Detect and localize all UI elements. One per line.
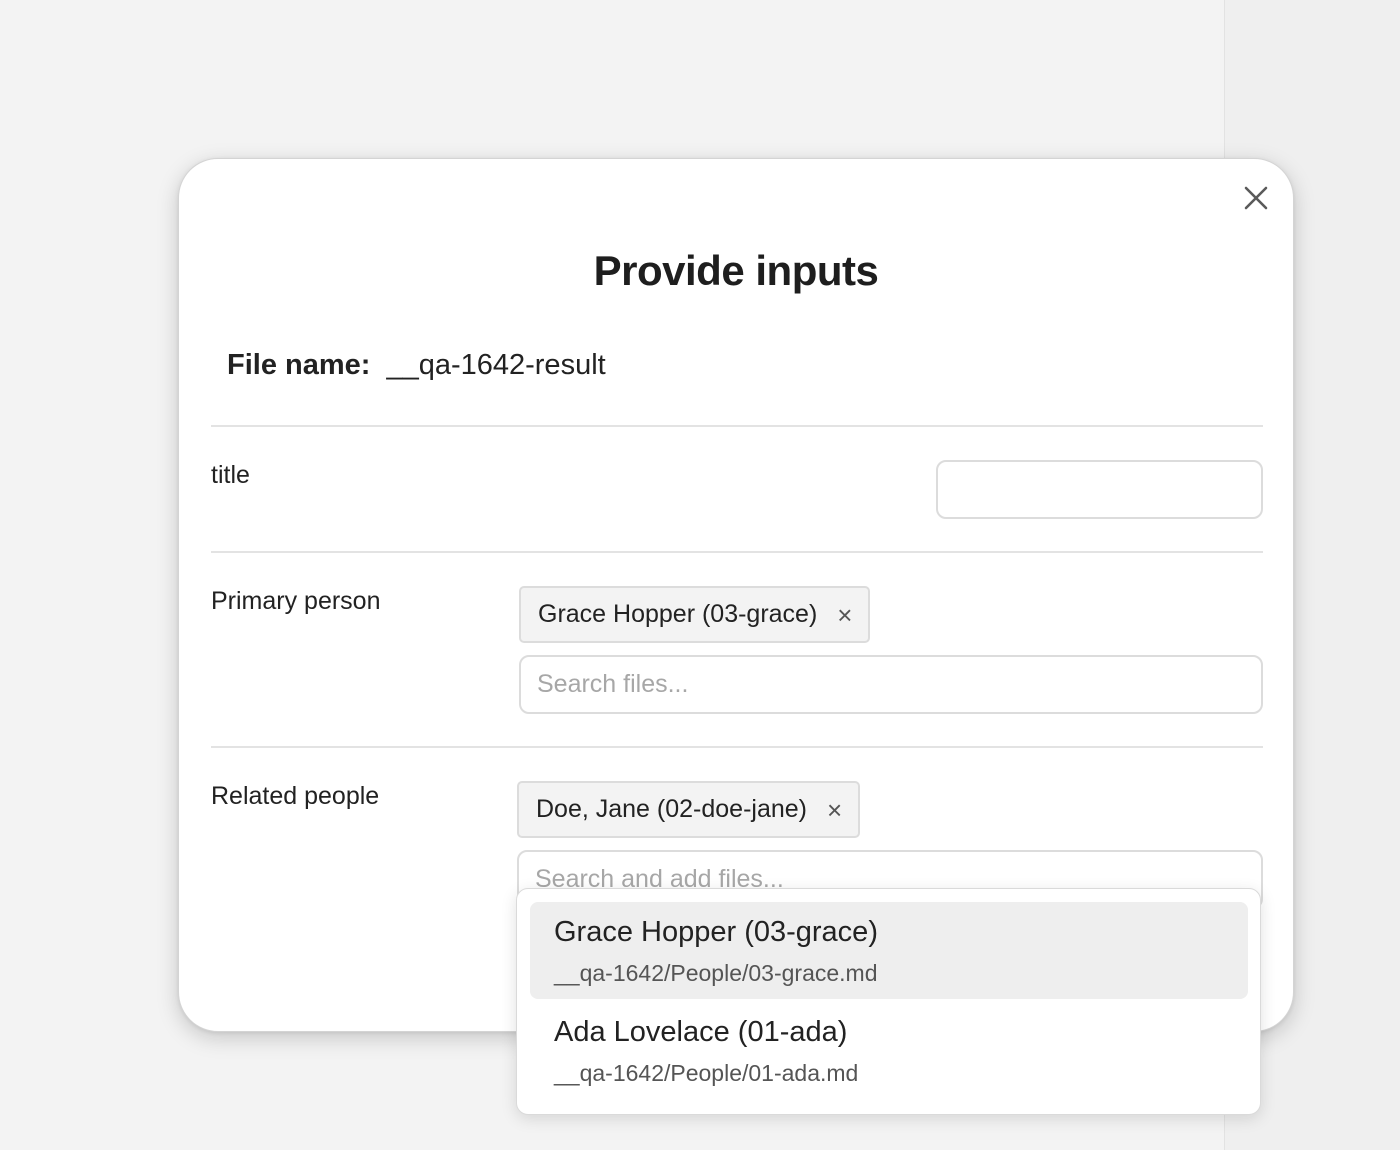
suggestion-item[interactable]: Grace Hopper (03-grace) __qa-1642/People… [530, 902, 1248, 999]
divider [211, 551, 1263, 553]
suggestion-item[interactable]: Ada Lovelace (01-ada) __qa-1642/People/0… [530, 1002, 1248, 1099]
primary-person-label: Primary person [211, 587, 381, 615]
dialog-title: Provide inputs [593, 247, 879, 294]
title-field-label: title [211, 461, 250, 489]
chip-label: Grace Hopper (03-grace) [538, 600, 818, 628]
related-people-chip: Doe, Jane (02-doe-jane) × [517, 781, 861, 838]
divider [211, 746, 1263, 748]
file-name-value: __qa-1642-result [386, 349, 606, 381]
chip-remove-icon[interactable]: × [827, 797, 842, 823]
close-button[interactable] [1239, 181, 1273, 215]
file-name-row: File name: __qa-1642-result [227, 349, 606, 382]
primary-person-search-input[interactable] [519, 655, 1263, 714]
divider [211, 425, 1263, 427]
suggestion-name: Ada Lovelace (01-ada) [554, 1016, 848, 1048]
chip-label: Doe, Jane (02-doe-jane) [536, 795, 807, 823]
primary-person-chip: Grace Hopper (03-grace) × [519, 586, 871, 643]
suggestion-name: Grace Hopper (03-grace) [554, 916, 878, 948]
chip-remove-icon[interactable]: × [837, 602, 852, 628]
file-name-label: File name: [227, 349, 371, 381]
suggestion-dropdown: Grace Hopper (03-grace) __qa-1642/People… [516, 888, 1261, 1115]
title-input[interactable] [936, 460, 1263, 519]
suggestion-path: __qa-1642/People/03-grace.md [554, 960, 878, 986]
close-icon [1244, 186, 1268, 210]
suggestion-path: __qa-1642/People/01-ada.md [554, 1060, 859, 1086]
related-people-label: Related people [211, 782, 380, 810]
